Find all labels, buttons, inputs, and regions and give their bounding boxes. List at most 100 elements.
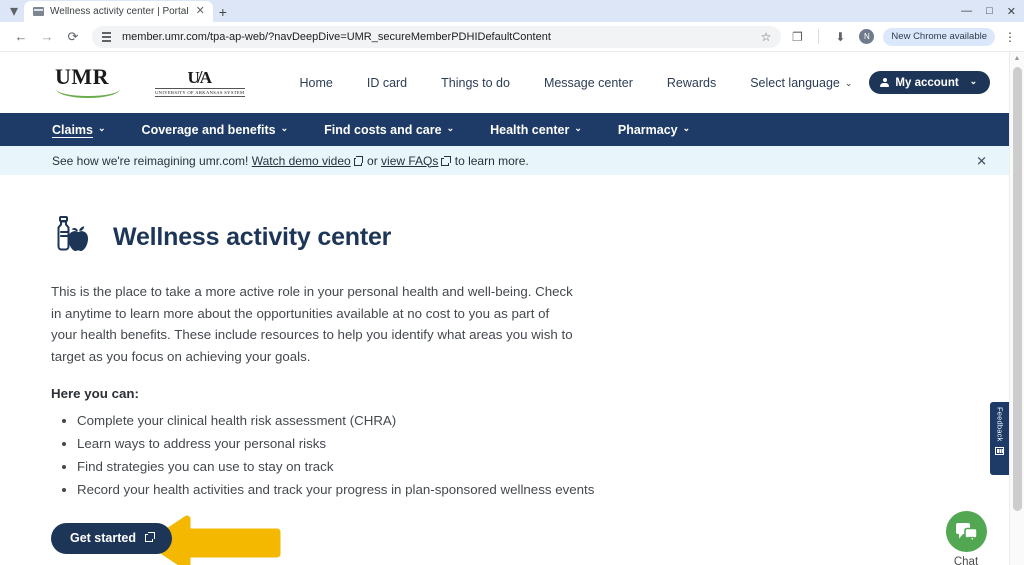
list-heading: Here you can:	[51, 386, 139, 402]
site-settings-icon[interactable]	[102, 31, 114, 42]
umr-logo[interactable]: UMR	[55, 63, 123, 100]
reload-icon[interactable]: ⟳	[60, 24, 86, 50]
main-content: Wellness activity center This is the pla…	[0, 175, 1009, 565]
nav-item-home[interactable]: Home	[283, 76, 350, 90]
list-item: Record your health activities and track …	[77, 479, 1009, 502]
link-label: Watch demo video	[251, 153, 351, 168]
mainnav-claims[interactable]: Claims ⌄	[52, 123, 124, 137]
mainnav-coverage-and-benefits[interactable]: Coverage and benefits ⌄	[124, 123, 307, 137]
feedback-tab[interactable]: Feedback	[990, 402, 1009, 475]
nav-item-rewards[interactable]: Rewards	[650, 76, 733, 90]
url-text: member.umr.com/tpa-ap-web/?navDeepDive=U…	[122, 30, 551, 43]
nav-label: Home	[299, 75, 333, 90]
mainnav-label: Health center	[490, 122, 570, 137]
chevron-down-icon: ⌄	[446, 123, 455, 133]
nav-item-id-card[interactable]: ID card	[350, 76, 424, 90]
my-account-button[interactable]: My account ⌄	[869, 71, 991, 94]
external-link-icon	[145, 531, 155, 543]
chat-button[interactable]	[945, 511, 987, 552]
toolbar-divider	[818, 29, 820, 44]
site-favicon	[33, 7, 44, 16]
promo-banner: See how we're reimagining umr.com! Watch…	[0, 146, 1009, 175]
browser-toolbar: ← → ⟳ member.umr.com/tpa-ap-web/?navDeep…	[0, 22, 1024, 52]
close-banner-button[interactable]: ✕	[976, 154, 987, 167]
ua-logo: U̸A UNIVERSITY OF ARKANSAS SYSTEM	[155, 69, 245, 97]
nav-item-message-center[interactable]: Message center	[527, 76, 650, 90]
cta-row: Get started	[51, 515, 1009, 565]
profile-avatar[interactable]: N	[859, 29, 875, 44]
new-tab-button[interactable]: +	[219, 4, 227, 22]
promo-banner-text: See how we're reimagining umr.com! Watch…	[52, 154, 529, 168]
bookmark-star-icon[interactable]: ☆	[761, 30, 772, 44]
tab-title: Wellness activity center | Portal	[50, 6, 189, 17]
page-scrollbar[interactable]: ▲	[1009, 52, 1024, 565]
window-controls: — □ ✕	[961, 0, 1020, 22]
list-item: Find strategies you can use to stay on t…	[77, 456, 1009, 479]
ua-logo-text: U̸A	[187, 67, 213, 87]
get-started-button[interactable]: Get started	[51, 522, 172, 554]
water-bottle-and-apple-icon	[57, 216, 88, 251]
nav-label: Rewards	[666, 75, 717, 90]
intro-paragraph: This is the place to take a more active …	[51, 284, 573, 364]
tab-search-icon[interactable]: ▾	[4, 0, 24, 22]
split-view-icon[interactable]: ❐	[787, 27, 807, 47]
external-link-icon	[353, 155, 364, 166]
scroll-up-arrow[interactable]: ▲	[1010, 52, 1024, 65]
feedback-label: Feedback	[995, 407, 1005, 442]
person-icon	[880, 77, 890, 88]
chat-widget[interactable]: Chat	[937, 511, 995, 565]
mainnav-pharmacy[interactable]: Pharmacy ⌄	[600, 123, 708, 137]
chrome-update-button[interactable]: New Chrome available	[883, 27, 995, 46]
umr-logo-text: UMR	[55, 63, 110, 89]
mainnav-label: Find costs and care	[324, 122, 442, 137]
list-item: Learn ways to address your personal risk…	[77, 433, 1009, 456]
page-title-row: Wellness activity center	[51, 215, 1009, 259]
forward-icon[interactable]: →	[34, 24, 60, 50]
page-title: Wellness activity center	[113, 222, 392, 251]
scrollbar-thumb[interactable]	[1013, 67, 1022, 511]
address-bar[interactable]: member.umr.com/tpa-ap-web/?navDeepDive=U…	[92, 25, 782, 48]
feedback-icon	[995, 446, 1004, 455]
nav-label: Select language	[750, 75, 840, 90]
umr-portal-page: UMR U̸A UNIVERSITY OF ARKANSAS SYSTEM Ho…	[0, 52, 1009, 565]
view-faqs-link[interactable]: view FAQs	[381, 154, 438, 168]
maximize-button[interactable]: □	[986, 5, 993, 17]
toolbar-actions: ❐ ⬇ N New Chrome available ⋮	[787, 27, 1016, 47]
list-item: Complete your clinical health risk asses…	[77, 410, 1009, 433]
mainnav-label: Pharmacy	[617, 122, 678, 137]
chevron-down-icon: ⌄	[574, 123, 582, 133]
chat-bubbles-icon	[955, 522, 978, 542]
capabilities-list: Complete your clinical health risk asses…	[77, 410, 1009, 501]
banner-text-before: See how we're reimagining umr.com!	[52, 153, 249, 168]
browser-menu-icon[interactable]: ⋮	[1004, 31, 1016, 43]
mainnav-label: Claims	[52, 122, 93, 137]
banner-text-middle: or	[367, 153, 378, 168]
link-label: view FAQs	[381, 153, 439, 168]
browser-tab[interactable]: Wellness activity center | Portal ✕	[24, 1, 213, 22]
close-tab-icon[interactable]: ✕	[195, 6, 206, 17]
nav-item-select-language[interactable]: Select language ⌄	[733, 76, 869, 90]
close-window-button[interactable]: ✕	[1007, 5, 1016, 18]
back-icon[interactable]: ←	[8, 24, 34, 50]
ua-logo-subtitle: UNIVERSITY OF ARKANSAS SYSTEM	[155, 87, 245, 97]
minimize-button[interactable]: —	[961, 5, 972, 17]
chat-label: Chat	[953, 556, 979, 565]
watch-demo-video-link[interactable]: Watch demo video	[252, 154, 351, 168]
nav-item-things-to-do[interactable]: Things to do	[424, 76, 527, 90]
tab-strip: ▾ Wellness activity center | Portal ✕ + …	[0, 0, 1024, 22]
get-started-label: Get started	[70, 531, 136, 546]
utility-nav: Home ID card Things to do Message center…	[283, 76, 870, 90]
banner-text-after: to learn more.	[454, 153, 529, 168]
chevron-down-icon: ⌄	[969, 76, 978, 86]
page-viewport: UMR U̸A UNIVERSITY OF ARKANSAS SYSTEM Ho…	[0, 52, 1024, 565]
mainnav-health-center[interactable]: Health center ⌄	[472, 123, 600, 137]
downloads-icon[interactable]: ⬇	[830, 27, 850, 47]
my-account-label: My account	[895, 76, 959, 89]
browser-window: ▾ Wellness activity center | Portal ✕ + …	[0, 0, 1024, 565]
external-link-icon	[441, 155, 451, 166]
mainnav-find-costs-and-care[interactable]: Find costs and care ⌄	[306, 123, 472, 137]
main-navigation: Claims ⌄ Coverage and benefits ⌄ Find co…	[0, 113, 1009, 146]
chevron-down-icon: ⌄	[280, 123, 289, 133]
chevron-down-icon: ⌄	[682, 123, 691, 133]
nav-label: ID card	[366, 75, 408, 90]
